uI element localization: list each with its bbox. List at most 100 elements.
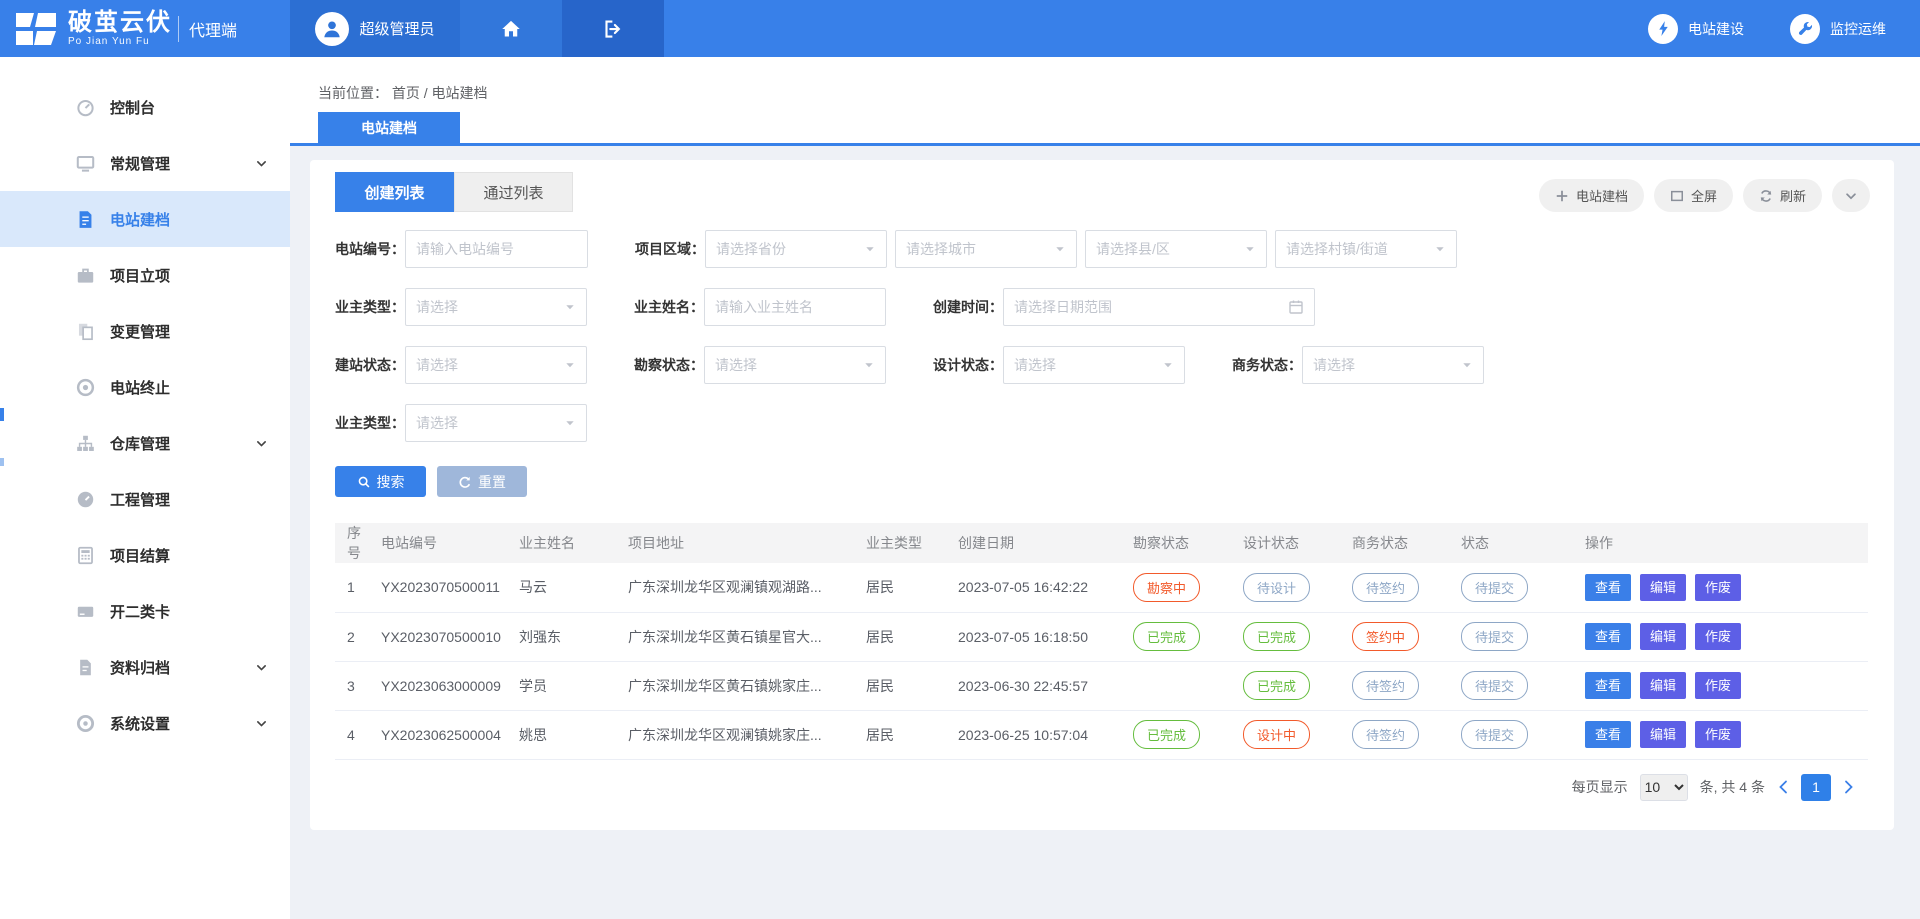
pagination: 每页显示 10 条, 共 4 条 1	[335, 774, 1868, 801]
logout-button[interactable]	[562, 0, 664, 57]
sidebar-item-type2-card[interactable]: 开二类卡	[0, 583, 290, 639]
cell-status: 待提交	[1449, 710, 1573, 759]
list-tab-0[interactable]: 创建列表	[335, 172, 454, 212]
cell-design: 已完成	[1231, 661, 1340, 710]
plus-icon	[1555, 189, 1569, 203]
table-row: 4YX2023062500004姚思广东深圳龙华区观澜镇姚家庄...居民2023…	[335, 710, 1868, 759]
table-row: 1YX2023070500011马云广东深圳龙华区观澜镇观湖路...居民2023…	[335, 563, 1868, 612]
column-header: 项目地址	[616, 523, 854, 563]
page-size-select[interactable]: 10	[1640, 774, 1688, 801]
cell-address: 广东深圳龙华区观澜镇姚家庄...	[616, 710, 854, 759]
sidebar-item-console[interactable]: 控制台	[0, 79, 290, 135]
cell-no: 1	[335, 563, 369, 612]
logo-icon	[14, 11, 58, 47]
view-button[interactable]: 查看	[1585, 574, 1631, 601]
avatar	[315, 12, 349, 46]
page-number[interactable]: 1	[1801, 774, 1831, 801]
status-badge: 待设计	[1243, 573, 1310, 602]
cell-design: 待设计	[1231, 563, 1340, 612]
sidebar-item-change-mgmt[interactable]: 变更管理	[0, 303, 290, 359]
station-no-input[interactable]	[405, 230, 588, 268]
chevron-down-icon	[255, 717, 268, 730]
province-select[interactable]: 请选择省份	[705, 230, 887, 268]
void-button[interactable]: 作废	[1695, 672, 1741, 699]
caret-down-icon	[863, 359, 875, 371]
edit-button[interactable]: 编辑	[1640, 574, 1686, 601]
cell-business: 待签约	[1340, 661, 1449, 710]
void-button[interactable]: 作废	[1695, 623, 1741, 650]
list-tab-1[interactable]: 通过列表	[454, 172, 573, 212]
cell-station-no: YX2023063000009	[369, 661, 507, 710]
toolbar: 电站建档全屏刷新	[1539, 179, 1870, 212]
user-name: 超级管理员	[359, 18, 434, 39]
status-badge: 待提交	[1461, 671, 1528, 700]
edit-button[interactable]: 编辑	[1640, 721, 1686, 748]
view-button[interactable]: 查看	[1585, 721, 1631, 748]
collapse-button[interactable]	[1832, 179, 1870, 212]
street-select[interactable]: 请选择村镇/街道	[1275, 230, 1457, 268]
design-status-select[interactable]: 请选择	[1003, 346, 1185, 384]
chevron-down-icon	[1844, 189, 1858, 203]
status-badge: 待提交	[1461, 720, 1528, 749]
owner-type-label: 业主类型：	[335, 297, 400, 317]
status-badge: 已完成	[1243, 671, 1310, 700]
edit-button[interactable]: 编辑	[1640, 672, 1686, 699]
view-button[interactable]: 查看	[1585, 672, 1631, 699]
user-menu[interactable]: 超级管理员	[290, 0, 460, 57]
divider	[178, 16, 179, 42]
survey-status-select[interactable]: 请选择	[704, 346, 886, 384]
cell-design: 设计中	[1231, 710, 1340, 759]
sidebar-item-engineering[interactable]: 工程管理	[0, 471, 290, 527]
sidebar-item-system-settings[interactable]: 系统设置	[0, 695, 290, 751]
date-range-input[interactable]	[1014, 299, 1264, 315]
logout-icon	[603, 19, 623, 39]
sidebar-item-station-archive[interactable]: 电站建档	[0, 191, 290, 247]
copy-icon	[76, 322, 95, 341]
sidebar-item-project-setup[interactable]: 项目立项	[0, 247, 290, 303]
refresh-button[interactable]: 刷新	[1743, 179, 1822, 212]
archive-icon	[76, 658, 95, 677]
owner-type2-select[interactable]: 请选择	[405, 404, 587, 442]
reset-button[interactable]: 重置	[437, 466, 527, 497]
edit-button[interactable]: 编辑	[1640, 623, 1686, 650]
caret-down-icon	[1244, 243, 1256, 255]
next-page-button[interactable]	[1843, 779, 1855, 795]
survey-status-label: 勘察状态：	[634, 355, 699, 375]
city-select[interactable]: 请选择城市	[895, 230, 1077, 268]
sidebar-item-station-stop[interactable]: 电站终止	[0, 359, 290, 415]
topbar-nav-monitor-ops[interactable]: 监控运维	[1790, 14, 1886, 44]
cell-status: 待提交	[1449, 563, 1573, 612]
view-button[interactable]: 查看	[1585, 623, 1631, 650]
dashboard-icon	[76, 98, 95, 117]
sidebar-item-warehouse-mgmt[interactable]: 仓库管理	[0, 415, 290, 471]
home-button[interactable]	[460, 0, 562, 57]
owner-type-select[interactable]: 请选择	[405, 288, 587, 326]
cell-design: 已完成	[1231, 612, 1340, 661]
void-button[interactable]: 作废	[1695, 574, 1741, 601]
topbar-nav-station-build[interactable]: 电站建设	[1648, 14, 1744, 44]
cell-actions: 查看编辑作废	[1573, 612, 1868, 661]
sidebar-item-data-archive[interactable]: 资料归档	[0, 639, 290, 695]
district-select[interactable]: 请选择县/区	[1085, 230, 1267, 268]
search-button[interactable]: 搜索	[335, 466, 426, 497]
cell-created: 2023-07-05 16:18:50	[946, 612, 1121, 661]
build-status-select[interactable]: 请选择	[405, 346, 587, 384]
cell-owner: 姚思	[507, 710, 616, 759]
sidebar-item-settlement[interactable]: 项目结算	[0, 527, 290, 583]
void-button[interactable]: 作废	[1695, 721, 1741, 748]
column-header: 操作	[1573, 523, 1868, 563]
page-tab[interactable]: 电站建档	[318, 112, 460, 143]
chevron-down-icon	[255, 437, 268, 450]
cell-status: 待提交	[1449, 661, 1573, 710]
prev-page-button[interactable]	[1777, 779, 1789, 795]
caret-down-icon	[1461, 359, 1473, 371]
date-range-picker[interactable]	[1003, 288, 1315, 326]
create-station-button[interactable]: 电站建档	[1539, 179, 1644, 212]
cell-no: 4	[335, 710, 369, 759]
build-status-label: 建站状态：	[335, 355, 400, 375]
sidebar-item-general-mgmt[interactable]: 常规管理	[0, 135, 290, 191]
fullscreen-button[interactable]: 全屏	[1654, 179, 1733, 212]
owner-name-input[interactable]	[704, 288, 886, 326]
business-status-select[interactable]: 请选择	[1302, 346, 1484, 384]
owner-type2-label: 业主类型：	[335, 413, 400, 433]
